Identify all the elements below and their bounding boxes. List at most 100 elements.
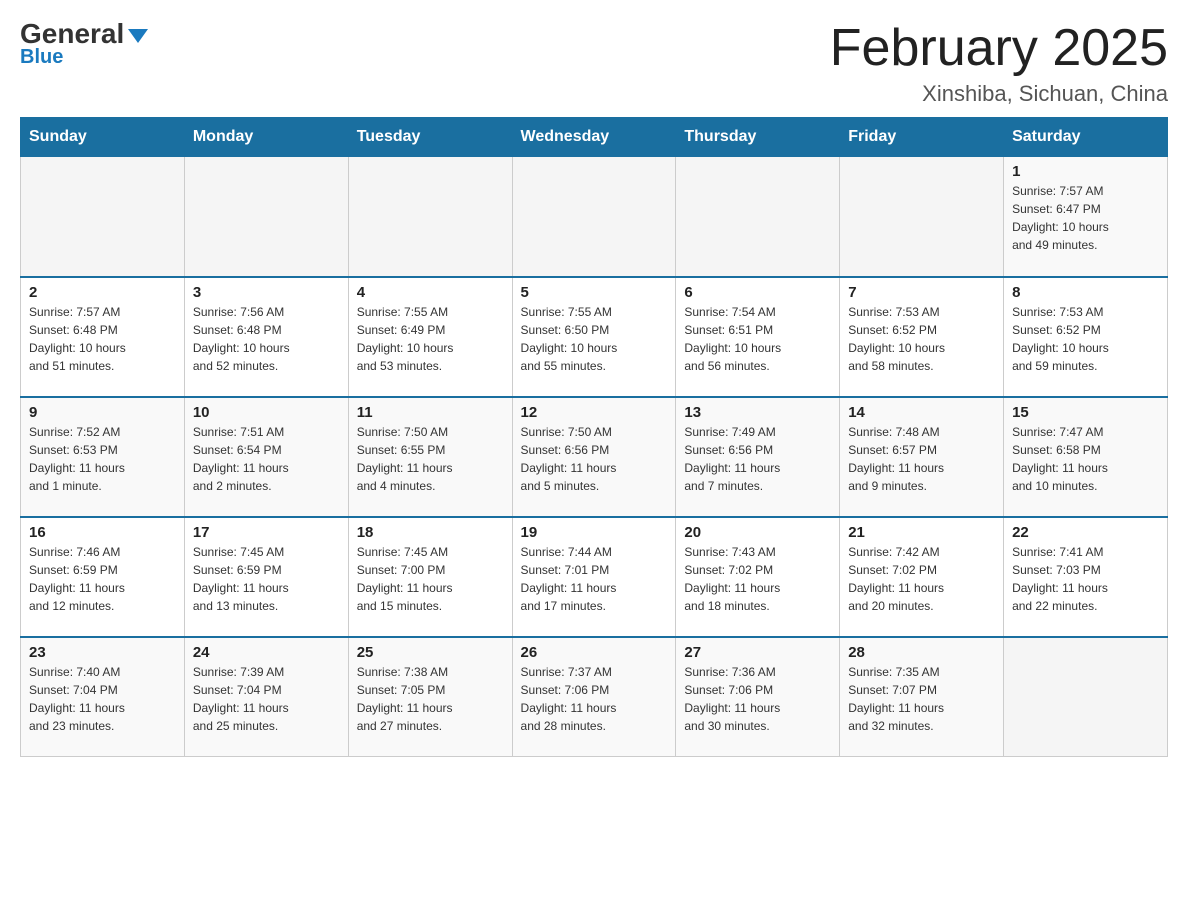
day-header-saturday: Saturday [1004,118,1168,157]
day-number: 23 [29,644,176,661]
calendar-cell [1004,637,1168,757]
day-number: 9 [29,404,176,421]
day-info: Sunrise: 7:57 AMSunset: 6:48 PMDaylight:… [29,303,176,375]
day-info: Sunrise: 7:48 AMSunset: 6:57 PMDaylight:… [848,423,995,495]
title-block: February 2025 Xinshiba, Sichuan, China [830,20,1168,107]
location-title: Xinshiba, Sichuan, China [830,81,1168,107]
day-info: Sunrise: 7:41 AMSunset: 7:03 PMDaylight:… [1012,543,1159,615]
calendar-header-row: SundayMondayTuesdayWednesdayThursdayFrid… [21,118,1168,157]
day-info: Sunrise: 7:55 AMSunset: 6:50 PMDaylight:… [521,303,668,375]
day-info: Sunrise: 7:52 AMSunset: 6:53 PMDaylight:… [29,423,176,495]
calendar-cell: 15 Sunrise: 7:47 AMSunset: 6:58 PMDayligh… [1004,397,1168,517]
day-number: 7 [848,284,995,301]
calendar-cell [676,157,840,277]
day-info: Sunrise: 7:50 AMSunset: 6:56 PMDaylight:… [521,423,668,495]
day-info: Sunrise: 7:57 AMSunset: 6:47 PMDaylight:… [1012,182,1159,254]
calendar-cell: 14 Sunrise: 7:48 AMSunset: 6:57 PMDayligh… [840,397,1004,517]
calendar-cell [512,157,676,277]
day-number: 1 [1012,163,1159,180]
calendar-cell: 25 Sunrise: 7:38 AMSunset: 7:05 PMDayligh… [348,637,512,757]
logo: General Blue [20,20,148,69]
day-number: 28 [848,644,995,661]
day-number: 19 [521,524,668,541]
day-number: 11 [357,404,504,421]
calendar-cell [21,157,185,277]
day-number: 15 [1012,404,1159,421]
day-number: 10 [193,404,340,421]
day-number: 20 [684,524,831,541]
day-info: Sunrise: 7:45 AMSunset: 6:59 PMDaylight:… [193,543,340,615]
day-info: Sunrise: 7:50 AMSunset: 6:55 PMDaylight:… [357,423,504,495]
calendar-cell: 1 Sunrise: 7:57 AMSunset: 6:47 PMDaylight… [1004,157,1168,277]
day-info: Sunrise: 7:55 AMSunset: 6:49 PMDaylight:… [357,303,504,375]
day-header-tuesday: Tuesday [348,118,512,157]
calendar-cell: 23 Sunrise: 7:40 AMSunset: 7:04 PMDayligh… [21,637,185,757]
day-info: Sunrise: 7:53 AMSunset: 6:52 PMDaylight:… [1012,303,1159,375]
day-header-sunday: Sunday [21,118,185,157]
day-info: Sunrise: 7:37 AMSunset: 7:06 PMDaylight:… [521,663,668,735]
calendar-cell: 20 Sunrise: 7:43 AMSunset: 7:02 PMDayligh… [676,517,840,637]
day-number: 21 [848,524,995,541]
calendar-cell: 5 Sunrise: 7:55 AMSunset: 6:50 PMDaylight… [512,277,676,397]
calendar-cell: 9 Sunrise: 7:52 AMSunset: 6:53 PMDaylight… [21,397,185,517]
calendar-cell: 11 Sunrise: 7:50 AMSunset: 6:55 PMDayligh… [348,397,512,517]
calendar-cell: 10Sunrise: 7:51 AMSunset: 6:54 PMDayligh… [184,397,348,517]
day-info: Sunrise: 7:53 AMSunset: 6:52 PMDaylight:… [848,303,995,375]
calendar-week-row: 1 Sunrise: 7:57 AMSunset: 6:47 PMDaylight… [21,157,1168,277]
calendar-cell: 17 Sunrise: 7:45 AMSunset: 6:59 PMDayligh… [184,517,348,637]
day-info: Sunrise: 7:45 AMSunset: 7:00 PMDaylight:… [357,543,504,615]
day-info: Sunrise: 7:44 AMSunset: 7:01 PMDaylight:… [521,543,668,615]
day-number: 24 [193,644,340,661]
month-title: February 2025 [830,20,1168,77]
day-number: 6 [684,284,831,301]
day-number: 5 [521,284,668,301]
day-info: Sunrise: 7:36 AMSunset: 7:06 PMDaylight:… [684,663,831,735]
day-number: 25 [357,644,504,661]
day-number: 13 [684,404,831,421]
day-number: 3 [193,284,340,301]
calendar-cell [184,157,348,277]
day-info: Sunrise: 7:39 AMSunset: 7:04 PMDaylight:… [193,663,340,735]
calendar-week-row: 23 Sunrise: 7:40 AMSunset: 7:04 PMDayligh… [21,637,1168,757]
day-number: 2 [29,284,176,301]
calendar-cell [348,157,512,277]
calendar-cell: 18Sunrise: 7:45 AMSunset: 7:00 PMDayligh… [348,517,512,637]
calendar-week-row: 9 Sunrise: 7:52 AMSunset: 6:53 PMDaylight… [21,397,1168,517]
day-number: 16 [29,524,176,541]
calendar-cell: 19 Sunrise: 7:44 AMSunset: 7:01 PMDayligh… [512,517,676,637]
day-info: Sunrise: 7:35 AMSunset: 7:07 PMDaylight:… [848,663,995,735]
calendar-cell: 3Sunrise: 7:56 AMSunset: 6:48 PMDaylight… [184,277,348,397]
day-info: Sunrise: 7:40 AMSunset: 7:04 PMDaylight:… [29,663,176,735]
calendar-cell: 4 Sunrise: 7:55 AMSunset: 6:49 PMDaylight… [348,277,512,397]
calendar-cell: 27Sunrise: 7:36 AMSunset: 7:06 PMDayligh… [676,637,840,757]
day-number: 14 [848,404,995,421]
day-header-thursday: Thursday [676,118,840,157]
day-info: Sunrise: 7:42 AMSunset: 7:02 PMDaylight:… [848,543,995,615]
calendar-table: SundayMondayTuesdayWednesdayThursdayFrid… [20,117,1168,757]
day-header-friday: Friday [840,118,1004,157]
day-info: Sunrise: 7:54 AMSunset: 6:51 PMDaylight:… [684,303,831,375]
calendar-cell: 7 Sunrise: 7:53 AMSunset: 6:52 PMDaylight… [840,277,1004,397]
day-number: 22 [1012,524,1159,541]
day-info: Sunrise: 7:43 AMSunset: 7:02 PMDaylight:… [684,543,831,615]
calendar-cell: 2 Sunrise: 7:57 AMSunset: 6:48 PMDaylight… [21,277,185,397]
calendar-cell: 28 Sunrise: 7:35 AMSunset: 7:07 PMDayligh… [840,637,1004,757]
calendar-cell: 6 Sunrise: 7:54 AMSunset: 6:51 PMDaylight… [676,277,840,397]
calendar-cell: 12 Sunrise: 7:50 AMSunset: 6:56 PMDayligh… [512,397,676,517]
day-number: 4 [357,284,504,301]
calendar-cell: 22 Sunrise: 7:41 AMSunset: 7:03 PMDayligh… [1004,517,1168,637]
page-header: General Blue February 2025 Xinshiba, Sic… [20,20,1168,107]
day-info: Sunrise: 7:38 AMSunset: 7:05 PMDaylight:… [357,663,504,735]
day-info: Sunrise: 7:47 AMSunset: 6:58 PMDaylight:… [1012,423,1159,495]
day-header-wednesday: Wednesday [512,118,676,157]
day-number: 12 [521,404,668,421]
calendar-cell: 26Sunrise: 7:37 AMSunset: 7:06 PMDayligh… [512,637,676,757]
calendar-week-row: 16Sunrise: 7:46 AMSunset: 6:59 PMDayligh… [21,517,1168,637]
logo-general-text: General [20,20,148,48]
day-header-monday: Monday [184,118,348,157]
day-number: 17 [193,524,340,541]
calendar-cell: 16Sunrise: 7:46 AMSunset: 6:59 PMDayligh… [21,517,185,637]
logo-blue-text: Blue [20,46,63,69]
calendar-week-row: 2 Sunrise: 7:57 AMSunset: 6:48 PMDaylight… [21,277,1168,397]
calendar-cell: 8Sunrise: 7:53 AMSunset: 6:52 PMDaylight… [1004,277,1168,397]
